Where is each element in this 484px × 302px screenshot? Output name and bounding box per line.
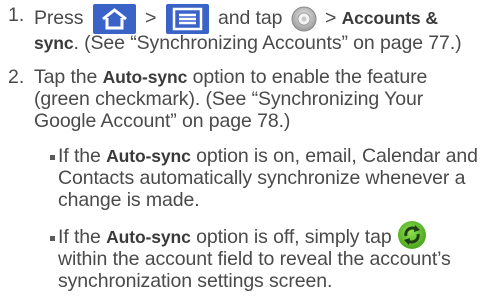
step-2-pre: Tap the [34, 66, 103, 88]
bullet-marker [50, 236, 55, 241]
step-1-number: 1. [8, 4, 25, 26]
step-1-reference: . (See “Synchronizing Accounts” on page … [73, 32, 462, 54]
step-1-gt-1: > [145, 7, 157, 30]
bullet-1-post: option is on, email, Calendar and [190, 145, 478, 167]
bullet-2-bold-auto-sync: Auto-sync [106, 227, 191, 248]
step-2-line-2: (green checkmark). (See “Synchronizing Y… [34, 88, 424, 110]
bullet-1-line-3: change is made. [58, 189, 200, 211]
bullet-1-line-2: Contacts automatically synchronize whene… [58, 167, 466, 189]
step-2-line-3: Google Account” on page 78.) [34, 110, 291, 132]
bullet-2-line-2: within the account field to reveal the a… [58, 248, 451, 270]
step-1-bold-accounts: Accounts & [341, 8, 438, 29]
settings-gear-icon [291, 6, 317, 32]
sync-icon [397, 220, 427, 250]
step-1-line-2: sync. (See “Synchronizing Accounts” on p… [34, 32, 462, 54]
step-2-line-1: Tap the Auto-sync option to enable the f… [34, 66, 427, 88]
bullet-1-bold-auto-sync: Auto-sync [106, 146, 191, 166]
bullet-1-line-1: If the Auto-sync option is on, email, Ca… [58, 145, 478, 167]
step-1-and-tap: and tap [217, 7, 283, 30]
home-icon [92, 4, 136, 34]
step-2-number: 2. [8, 66, 25, 88]
step-1-bold-sync: sync [34, 33, 74, 53]
step-1-press-text: Press [34, 7, 84, 30]
bullet-2-line-1: If the Auto-sync option is off, simply t… [58, 221, 427, 250]
step-1-line-1: Press > and tap > Accounts & [34, 4, 438, 34]
instruction-page: 1. Press > and tap > Accounts & sync. (S… [0, 0, 484, 302]
bullet-1-pre: If the [58, 145, 107, 167]
menu-icon [165, 4, 209, 34]
step-1-gt-2: > [325, 7, 337, 30]
bullet-2-line-3: synchronization settings screen. [58, 270, 333, 292]
bullet-2-post: option is off, simply tap [190, 226, 397, 249]
step-2-bold-auto-sync: Auto-sync [102, 67, 188, 87]
step-2-post: option to enable the feature [187, 66, 428, 88]
bullet-2-pre: If the [58, 226, 107, 249]
bullet-marker [50, 155, 55, 160]
